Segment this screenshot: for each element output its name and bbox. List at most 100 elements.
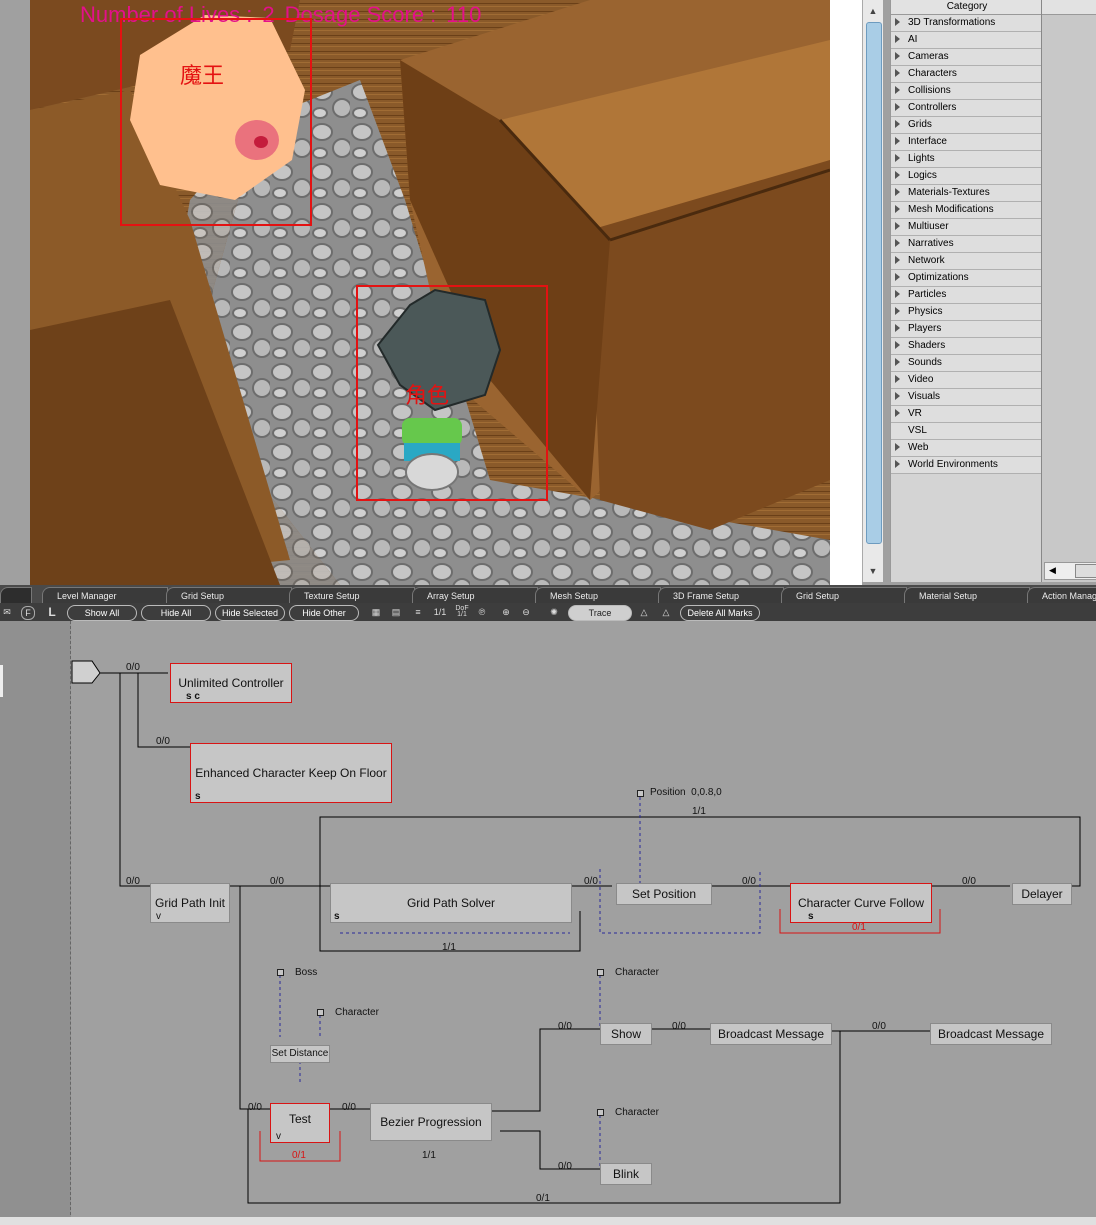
grid-icon[interactable]: ▦: [370, 606, 382, 618]
category-item[interactable]: Multiuser: [891, 219, 1043, 236]
param-pin-boss[interactable]: [277, 969, 284, 976]
link-label: 0/0: [342, 1102, 356, 1113]
horizontal-scrollbar[interactable]: ◀: [1044, 562, 1096, 580]
category-item[interactable]: Cameras: [891, 49, 1043, 66]
category-item[interactable]: Players: [891, 321, 1043, 338]
dof-icon[interactable]: DoF 1/1: [452, 605, 472, 618]
tab-level-manager[interactable]: Level Manager: [42, 587, 168, 604]
category-item[interactable]: Sounds: [891, 355, 1043, 372]
category-item[interactable]: World Environments: [891, 457, 1043, 474]
tab-3d-frame-setup[interactable]: 3D Frame Setup: [658, 587, 784, 604]
block-blink[interactable]: Blink: [600, 1163, 652, 1185]
score-value: 110: [446, 2, 482, 27]
c-marker: c: [194, 691, 200, 702]
category-label: Grids: [908, 119, 932, 130]
param-pin-character-2[interactable]: [597, 969, 604, 976]
tab-scroll-left[interactable]: [0, 587, 32, 604]
category-item[interactable]: 3D Transformations: [891, 15, 1043, 32]
category-item[interactable]: Narratives: [891, 236, 1043, 253]
category-item[interactable]: Characters: [891, 66, 1043, 83]
category-item[interactable]: Network: [891, 253, 1043, 270]
block-enhanced-keep-on-floor[interactable]: Enhanced Character Keep On Floor: [190, 743, 392, 803]
f-icon[interactable]: F: [21, 606, 35, 620]
link-label: 0/0: [270, 876, 284, 887]
tab-texture-setup[interactable]: Texture Setup: [289, 587, 415, 604]
expand-arrow-icon: [895, 307, 900, 316]
category-label: Controllers: [908, 102, 957, 113]
tab-mesh-setup[interactable]: Mesh Setup: [535, 587, 661, 604]
category-label: Players: [908, 323, 942, 334]
category-item[interactable]: Materials-Textures: [891, 185, 1043, 202]
scroll-left-arrow-icon[interactable]: ◀: [1049, 565, 1056, 576]
zoom-out-icon[interactable]: ⊖: [520, 606, 532, 618]
category-item[interactable]: Physics: [891, 304, 1043, 321]
category-label: Sounds: [908, 357, 942, 368]
param-pin-character-1[interactable]: [317, 1009, 324, 1016]
param-pin-position[interactable]: [637, 790, 644, 797]
category-item[interactable]: Mesh Modifications: [891, 202, 1043, 219]
table-icon[interactable]: ▤: [390, 606, 402, 618]
category-item[interactable]: Controllers: [891, 100, 1043, 117]
category-item[interactable]: VSL: [891, 423, 1043, 440]
3d-viewport[interactable]: Number of Lives :2 Dosage Score :110 魔王 角…: [30, 0, 830, 585]
tab-grid-setup[interactable]: Grid Setup: [166, 587, 292, 604]
category-item[interactable]: AI: [891, 32, 1043, 49]
category-label: 3D Transformations: [908, 17, 996, 28]
category-item[interactable]: Optimizations: [891, 270, 1043, 287]
category-item[interactable]: Video: [891, 372, 1043, 389]
zoom-in-icon[interactable]: ⊕: [500, 606, 512, 618]
block-delayer[interactable]: Delayer: [1012, 883, 1072, 905]
ratio-icon[interactable]: 1/1: [432, 606, 448, 618]
block-bezier-progression[interactable]: Bezier Progression: [370, 1103, 492, 1141]
l-icon[interactable]: L: [46, 606, 58, 618]
trace-button[interactable]: Trace: [568, 605, 632, 621]
category-item[interactable]: Grids: [891, 117, 1043, 134]
hide-selected-button[interactable]: Hide Selected: [215, 605, 285, 621]
tab-material-setup[interactable]: Material Setup: [904, 587, 1030, 604]
category-item[interactable]: Lights: [891, 151, 1043, 168]
block-grid-path-solver[interactable]: Grid Path Solver: [330, 883, 572, 923]
link-label: 0/0: [558, 1161, 572, 1172]
envelope-icon[interactable]: ✉: [1, 606, 13, 618]
schematic-editor[interactable]: Unlimited Controller s c Enhanced Charac…: [0, 621, 1096, 1225]
tab-grid-setup-2[interactable]: Grid Setup: [781, 587, 907, 604]
settings-marker: s c: [186, 691, 200, 702]
delete-all-marks-button[interactable]: Delete All Marks: [680, 605, 760, 621]
category-item[interactable]: Collisions: [891, 83, 1043, 100]
block-grid-path-init[interactable]: Grid Path Init: [150, 883, 230, 923]
category-item[interactable]: Logics: [891, 168, 1043, 185]
parameter-icon[interactable]: ℗: [476, 606, 488, 618]
category-label: Characters: [908, 68, 957, 79]
settings-marker-4: s: [808, 911, 814, 922]
block-show[interactable]: Show: [600, 1023, 652, 1045]
category-item[interactable]: VR: [891, 406, 1043, 423]
category-header[interactable]: Category: [891, 0, 1043, 15]
expand-arrow-icon: [895, 188, 900, 197]
category-item[interactable]: Particles: [891, 287, 1043, 304]
block-set-position[interactable]: Set Position: [616, 883, 712, 905]
category-item[interactable]: Interface: [891, 134, 1043, 151]
category-item[interactable]: Visuals: [891, 389, 1043, 406]
show-all-button[interactable]: Show All: [67, 605, 137, 621]
list-icon[interactable]: ≡: [412, 606, 424, 618]
hscroll-thumb[interactable]: [1075, 564, 1096, 578]
block-broadcast-message-1[interactable]: Broadcast Message: [710, 1023, 832, 1045]
link-label: 0/0: [962, 876, 976, 887]
category-scrollbar[interactable]: ▲ ▼: [862, 0, 883, 582]
tab-bar: Level Manager Grid Setup Texture Setup A…: [0, 585, 1096, 604]
hide-other-button[interactable]: Hide Other: [289, 605, 359, 621]
category-item[interactable]: Web: [891, 440, 1043, 457]
category-item[interactable]: Shaders: [891, 338, 1043, 355]
scroll-thumb[interactable]: [866, 22, 882, 544]
block-set-distance[interactable]: Set Distance: [270, 1045, 330, 1063]
mark-triangle-s-icon[interactable]: △: [660, 606, 672, 618]
link-label: 0/0: [584, 876, 598, 887]
scroll-up-arrow-icon[interactable]: ▲: [867, 4, 879, 18]
hide-all-button[interactable]: Hide All: [141, 605, 211, 621]
scroll-down-arrow-icon[interactable]: ▼: [867, 564, 879, 578]
block-broadcast-message-2[interactable]: Broadcast Message: [930, 1023, 1052, 1045]
mark-triangle-icon[interactable]: △: [638, 606, 650, 618]
param-pin-character-3[interactable]: [597, 1109, 604, 1116]
tab-action-manager[interactable]: Action Manag: [1027, 587, 1096, 604]
tab-array-setup[interactable]: Array Setup: [412, 587, 538, 604]
